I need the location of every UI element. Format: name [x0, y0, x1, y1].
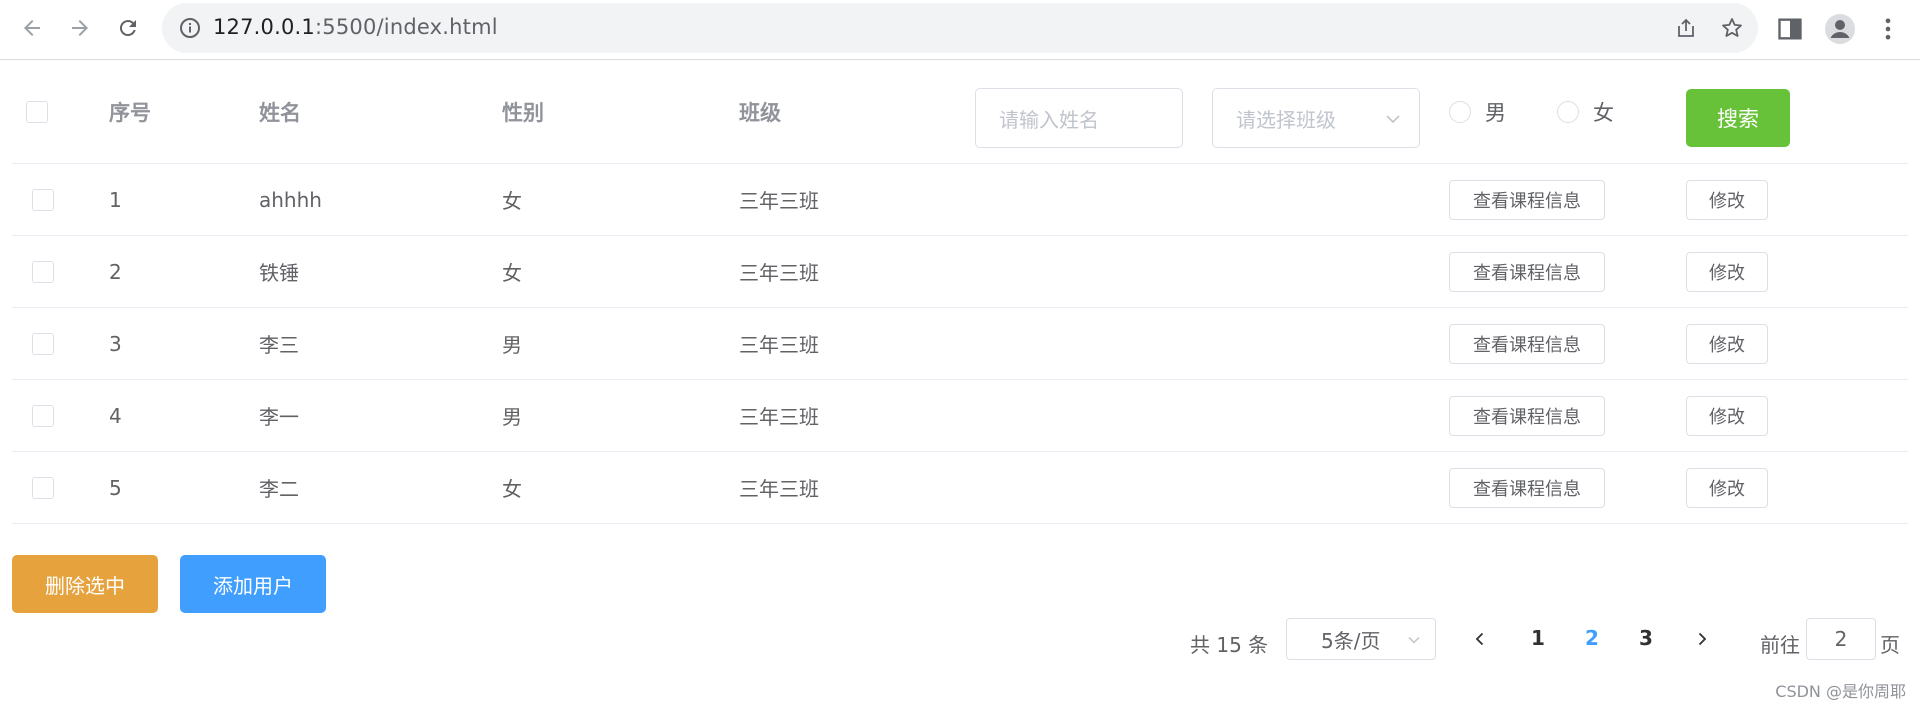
- prev-page-button[interactable]: [1463, 622, 1497, 656]
- radio-circle-icon: [1557, 101, 1579, 123]
- cell-name: 铁锤: [259, 261, 299, 285]
- info-icon: [180, 18, 200, 38]
- star-icon[interactable]: [1720, 16, 1744, 40]
- cell-class: 三年三班: [739, 333, 819, 357]
- cell-gender: 男: [502, 405, 522, 429]
- cell-name: 李二: [259, 477, 299, 501]
- edit-button[interactable]: 修改: [1686, 180, 1768, 220]
- watermark-text: CSDN @是你周耶: [1775, 682, 1906, 701]
- cell-name: 李三: [259, 333, 299, 357]
- reload-button[interactable]: [110, 10, 146, 46]
- cell-index: 1: [109, 187, 122, 212]
- cell-index: 3: [109, 331, 122, 356]
- cell-gender: 女: [502, 189, 522, 213]
- chevron-left-icon: [1475, 632, 1484, 646]
- cell-class: 三年三班: [739, 477, 819, 501]
- url-text: 127.0.0.1:5500/index.html: [213, 15, 498, 39]
- arrow-left-icon: [24, 20, 40, 36]
- delete-selected-button[interactable]: 删除选中: [12, 555, 158, 613]
- cell-gender: 男: [502, 333, 522, 357]
- add-user-button[interactable]: 添加用户: [180, 555, 326, 613]
- edit-button[interactable]: 修改: [1686, 396, 1768, 436]
- table-row: 5 李二 女 三年三班 查看课程信息 修改: [12, 452, 1908, 524]
- edit-button[interactable]: 修改: [1686, 468, 1768, 508]
- row-checkbox[interactable]: [32, 260, 54, 283]
- row-checkbox[interactable]: [32, 404, 54, 427]
- page-size-value: 5条/页: [1321, 628, 1381, 653]
- cell-class: 三年三班: [739, 405, 819, 429]
- chevron-down-icon: [1408, 636, 1420, 644]
- page-number-1[interactable]: 1: [1520, 620, 1556, 656]
- next-page-button[interactable]: [1685, 622, 1719, 656]
- goto-label: 前往: [1760, 632, 1800, 657]
- gender-radio-female-label: 女: [1593, 101, 1614, 125]
- address-bar[interactable]: 127.0.0.1:5500/index.html: [162, 3, 1758, 53]
- gender-radio-male-label: 男: [1485, 101, 1506, 125]
- gender-radio-male[interactable]: 男: [1449, 61, 1506, 163]
- forward-button[interactable]: [62, 10, 98, 46]
- cell-class: 三年三班: [739, 261, 819, 285]
- cell-index: 4: [109, 403, 122, 428]
- table-row: 4 李一 男 三年三班 查看课程信息 修改: [12, 380, 1908, 452]
- edit-button[interactable]: 修改: [1686, 252, 1768, 292]
- table-header-row: 序号 姓名 性别 班级 请输入姓名 请选择班级 男 女 搜索: [12, 61, 1908, 164]
- gender-radio-female[interactable]: 女: [1557, 61, 1614, 163]
- table-row: 3 李三 男 三年三班 查看课程信息 修改: [12, 308, 1908, 380]
- student-table: 序号 姓名 性别 班级 请输入姓名 请选择班级 男 女 搜索 1 ahhhh 女…: [12, 61, 1908, 524]
- row-checkbox[interactable]: [32, 476, 54, 499]
- view-course-button[interactable]: 查看课程信息: [1449, 180, 1605, 220]
- page-suffix: 页: [1880, 632, 1900, 657]
- header-index: 序号: [109, 101, 151, 125]
- arrow-right-icon: [72, 20, 88, 36]
- browser-toolbar: 127.0.0.1:5500/index.html: [0, 0, 1920, 60]
- reload-icon: [119, 20, 136, 37]
- radio-circle-icon: [1449, 101, 1471, 123]
- pagination-total: 共 15 条: [1190, 632, 1269, 657]
- cell-name: 李一: [259, 405, 299, 429]
- cell-name: ahhhh: [259, 187, 322, 212]
- row-checkbox[interactable]: [32, 332, 54, 355]
- chevron-down-icon: [1386, 115, 1400, 124]
- cell-gender: 女: [502, 261, 522, 285]
- name-search-placeholder: 请输入姓名: [999, 107, 1099, 132]
- cell-gender: 女: [502, 477, 522, 501]
- back-button[interactable]: [14, 10, 50, 46]
- page-number-2[interactable]: 2: [1574, 620, 1610, 656]
- select-all-checkbox[interactable]: [26, 101, 48, 123]
- select-all-cell: [26, 61, 48, 163]
- view-course-button[interactable]: 查看课程信息: [1449, 396, 1605, 436]
- profile-avatar-icon[interactable]: [1824, 13, 1856, 45]
- page-number-3[interactable]: 3: [1628, 620, 1664, 656]
- cell-index: 5: [109, 475, 122, 500]
- class-select[interactable]: 请选择班级: [1212, 88, 1420, 148]
- header-gender: 性别: [502, 101, 544, 125]
- view-course-button[interactable]: 查看课程信息: [1449, 252, 1605, 292]
- side-panel-icon[interactable]: [1776, 15, 1804, 43]
- cell-class: 三年三班: [739, 189, 819, 213]
- more-menu-icon[interactable]: [1874, 15, 1902, 43]
- row-checkbox[interactable]: [32, 188, 54, 211]
- share-icon[interactable]: [1674, 16, 1698, 40]
- view-course-button[interactable]: 查看课程信息: [1449, 324, 1605, 364]
- goto-page-input[interactable]: 2: [1806, 618, 1876, 660]
- page-size-select[interactable]: 5条/页: [1286, 618, 1436, 660]
- view-course-button[interactable]: 查看课程信息: [1449, 468, 1605, 508]
- table-row: 2 铁锤 女 三年三班 查看课程信息 修改: [12, 236, 1908, 308]
- class-select-placeholder: 请选择班级: [1236, 107, 1336, 132]
- edit-button[interactable]: 修改: [1686, 324, 1768, 364]
- name-search-input[interactable]: 请输入姓名: [975, 88, 1183, 148]
- search-button[interactable]: 搜索: [1686, 89, 1790, 147]
- header-name: 姓名: [259, 101, 301, 125]
- header-class: 班级: [739, 101, 781, 125]
- chevron-right-icon: [1698, 632, 1707, 646]
- table-row: 1 ahhhh 女 三年三班 查看课程信息 修改: [12, 164, 1908, 236]
- cell-index: 2: [109, 259, 122, 284]
